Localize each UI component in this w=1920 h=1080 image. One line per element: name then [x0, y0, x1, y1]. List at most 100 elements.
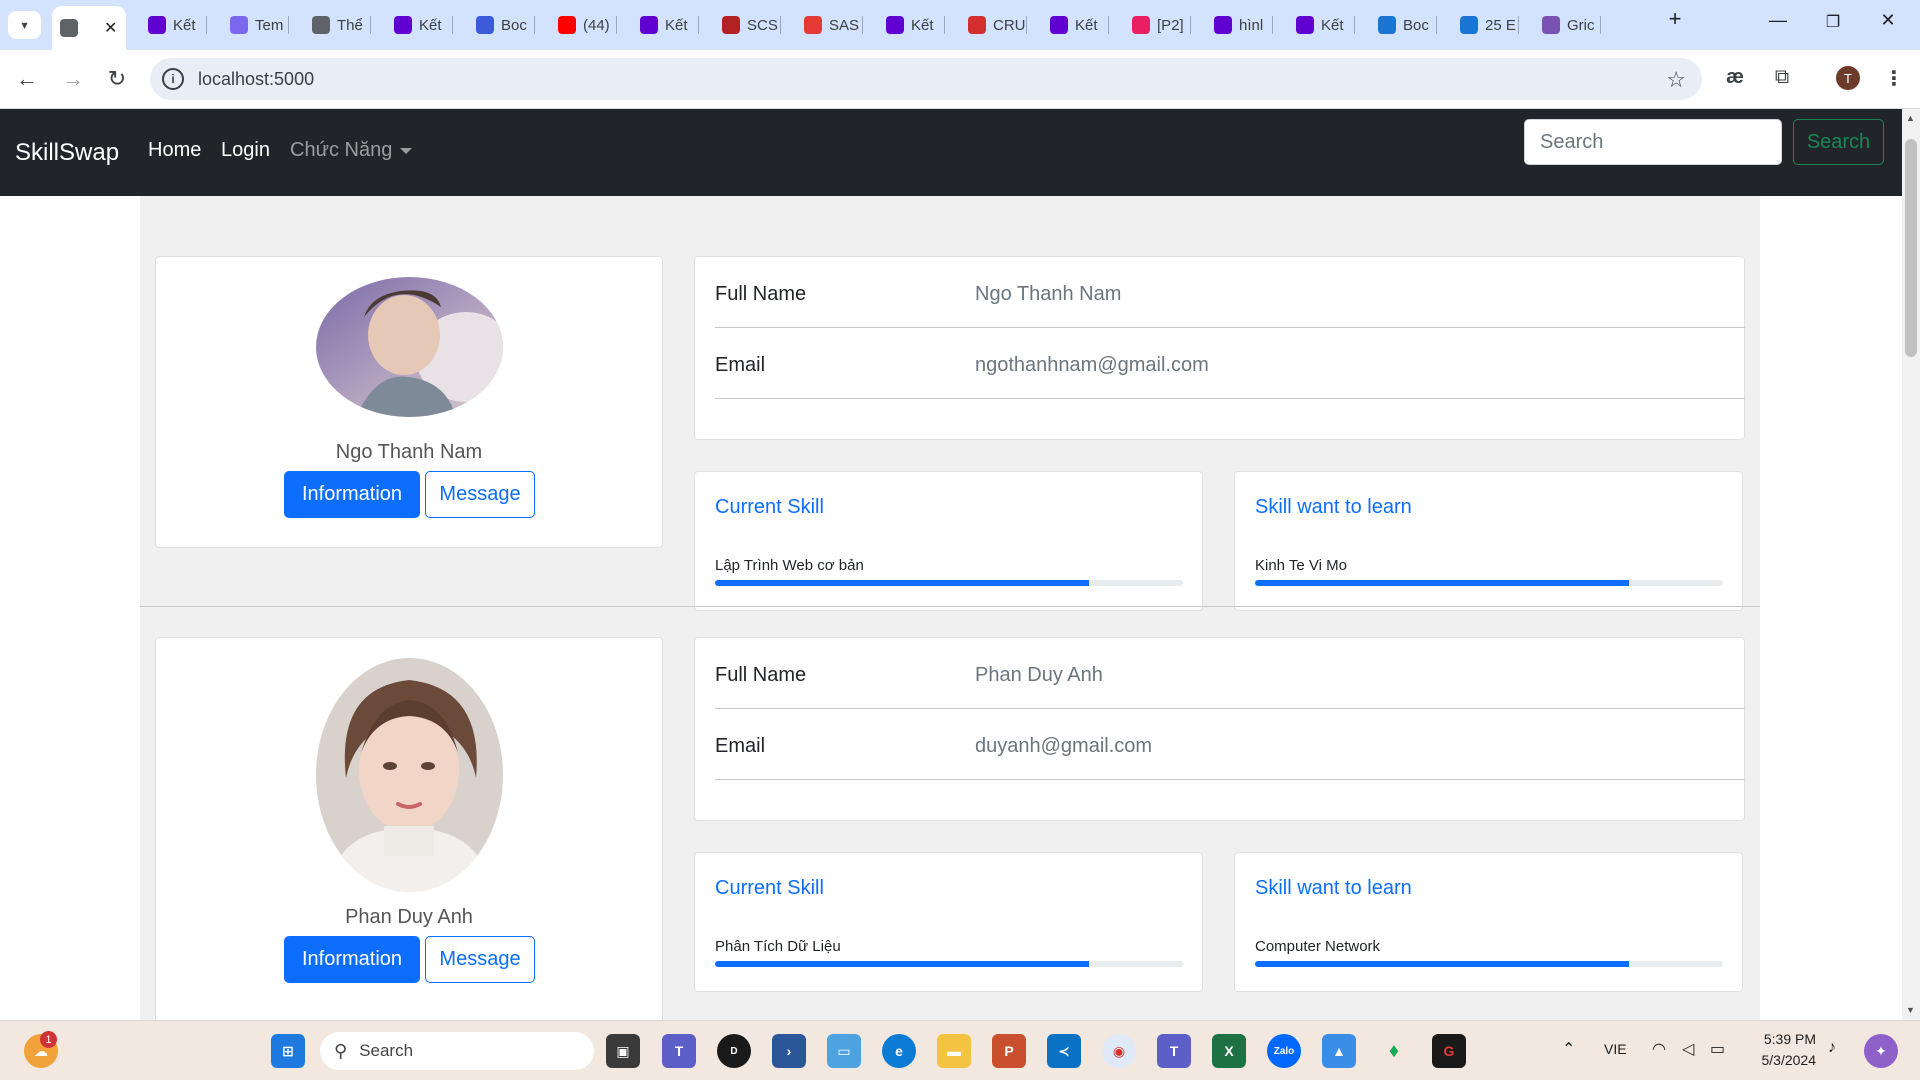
clock-date[interactable]: 5/3/2024 — [1752, 1052, 1817, 1068]
avatar — [316, 277, 503, 417]
row-divider — [140, 606, 1760, 607]
close-window-icon[interactable]: ✕ — [1873, 10, 1903, 31]
details-card: Full Name Ngo Thanh Nam Email ngothanhna… — [694, 256, 1745, 440]
current-skill-name: Lập Trình Web cơ bản — [715, 557, 864, 574]
address-bar[interactable]: i localhost:5000 ☆ — [150, 58, 1702, 100]
browser-tab[interactable]: 25 E — [1452, 8, 1520, 42]
browser-tab[interactable]: [P2] — [1124, 8, 1192, 42]
screen-tool-icon[interactable]: ▭ — [827, 1034, 861, 1068]
want-skill-card: Skill want to learn Kinh Te Vi Mo — [1234, 471, 1743, 611]
profile-avatar[interactable]: T — [1836, 66, 1860, 90]
nav-features-label: Chức Năng — [290, 139, 393, 161]
taskbar-search[interactable]: ⚲ Search — [320, 1032, 594, 1070]
yahoo-icon — [1296, 16, 1314, 34]
notification-badge: 1 — [40, 1031, 57, 1048]
wifi-icon[interactable]: ◠ — [1652, 1039, 1666, 1059]
volume-icon[interactable]: ◁ — [1682, 1039, 1694, 1059]
browser-tab[interactable]: Kết — [386, 8, 454, 42]
browser-tab[interactable]: CRU — [960, 8, 1028, 42]
browser-tab[interactable]: Kết — [140, 8, 208, 42]
battery-icon[interactable]: ▭ — [1710, 1039, 1725, 1059]
restore-icon[interactable]: ❐ — [1818, 12, 1848, 32]
bk-icon — [968, 16, 986, 34]
windows-start-icon[interactable]: ⊞ — [271, 1034, 305, 1068]
scrollbar-thumb[interactable] — [1905, 139, 1917, 357]
t-icon — [804, 16, 822, 34]
powerpoint-icon[interactable]: P — [992, 1034, 1026, 1068]
photos-icon[interactable]: ▲ — [1322, 1034, 1356, 1068]
reload-icon[interactable]: ↻ — [102, 64, 132, 94]
information-button[interactable]: Information — [284, 936, 420, 983]
site-info-icon[interactable]: i — [162, 68, 184, 90]
minimize-icon[interactable]: — — [1763, 10, 1793, 31]
chrome-icon[interactable]: ◉ — [1102, 1034, 1136, 1068]
translate-extension-icon[interactable]: æ — [1721, 66, 1749, 89]
browser-tab[interactable]: Kết — [1288, 8, 1356, 42]
tab-search-button[interactable]: ▾ — [8, 11, 41, 39]
zalo-icon[interactable]: Zalo — [1267, 1034, 1301, 1068]
browser-tab[interactable]: Kết — [632, 8, 700, 42]
yahoo-icon — [394, 16, 412, 34]
notification-bell-icon[interactable]: ♪ — [1828, 1039, 1836, 1057]
tab-close-icon[interactable]: ✕ — [104, 18, 117, 38]
brand-logo[interactable]: SkillSwap — [15, 139, 119, 167]
tab-title: [P2] — [1157, 16, 1184, 34]
powershell-icon[interactable]: › — [772, 1034, 806, 1068]
browser-tab[interactable]: Boc — [468, 8, 536, 42]
page-scrollbar[interactable]: ▲ ▼ — [1902, 109, 1920, 1020]
tab-title: Boc — [501, 16, 527, 34]
copilot-icon[interactable]: ✦ — [1864, 1034, 1898, 1068]
current-skill-progress — [715, 961, 1183, 967]
information-button[interactable]: Information — [284, 471, 420, 518]
browser-menu-icon[interactable]: ⋮ — [1880, 66, 1908, 91]
tray-overflow-icon[interactable]: ⌃ — [1562, 1039, 1575, 1059]
edge-icon[interactable]: e — [882, 1034, 916, 1068]
mongodb-icon[interactable]: ♦ — [1377, 1034, 1411, 1068]
back-icon[interactable]: ← — [12, 64, 42, 94]
message-button[interactable]: Message — [425, 936, 535, 983]
scroll-down-icon[interactable]: ▼ — [1906, 1005, 1915, 1015]
search-input[interactable] — [1524, 119, 1782, 165]
divider — [715, 779, 1745, 780]
browser-tab[interactable]: Tem — [222, 8, 290, 42]
page-content: Ngo Thanh Nam Information Message Full N… — [0, 196, 1902, 1020]
browser-tab[interactable]: (44) — [550, 8, 618, 42]
browser-tab[interactable]: Gric — [1534, 8, 1602, 42]
forward-icon[interactable]: → — [58, 64, 88, 94]
new-tab-button[interactable]: + — [1660, 6, 1690, 32]
browser-tab[interactable]: SCS — [714, 8, 782, 42]
browser-tab[interactable]: SAS — [796, 8, 864, 42]
bookmark-star-icon[interactable]: ☆ — [1666, 67, 1686, 93]
tab-title: 25 E — [1485, 16, 1516, 34]
nav-features-dropdown[interactable]: Chức Năng — [290, 139, 413, 162]
browser-tab[interactable]: Boc — [1370, 8, 1438, 42]
task-view-icon[interactable]: ▣ — [606, 1034, 640, 1068]
browser-tab[interactable]: Kết — [878, 8, 946, 42]
browser-tab[interactable]: hìnl — [1206, 8, 1274, 42]
language-indicator[interactable]: VIE — [1604, 1041, 1627, 1057]
file-explorer-icon[interactable]: ▬ — [937, 1034, 971, 1068]
yahoo-icon — [1050, 16, 1068, 34]
garena-icon[interactable]: G — [1432, 1034, 1466, 1068]
tab-title: Tem — [255, 16, 284, 34]
profile-row: Phan Duy Anh Information Message Full Na… — [140, 637, 1760, 1020]
extensions-puzzle-icon[interactable]: ⧉ — [1768, 66, 1796, 89]
avatar-image — [316, 277, 503, 417]
profile-name: Phan Duy Anh — [345, 906, 473, 928]
clock-time[interactable]: 5:39 PM — [1760, 1031, 1816, 1047]
divider — [715, 398, 1745, 399]
teams-work-icon[interactable]: T — [1157, 1034, 1191, 1068]
url-text[interactable]: localhost:5000 — [198, 69, 314, 90]
browser-tab[interactable]: Kết — [1042, 8, 1110, 42]
excel-icon[interactable]: X — [1212, 1034, 1246, 1068]
browser-tab[interactable]: Thể — [304, 8, 372, 42]
dell-icon[interactable]: D — [717, 1034, 751, 1068]
browser-tab[interactable]: ✕ — [52, 6, 126, 50]
nav-login[interactable]: Login — [221, 139, 270, 162]
vscode-icon[interactable]: ≺ — [1047, 1034, 1081, 1068]
search-button[interactable]: Search — [1793, 119, 1884, 165]
message-button[interactable]: Message — [425, 471, 535, 518]
nav-home[interactable]: Home — [148, 139, 201, 162]
scroll-up-icon[interactable]: ▲ — [1906, 113, 1915, 123]
teams-icon[interactable]: T — [662, 1034, 696, 1068]
